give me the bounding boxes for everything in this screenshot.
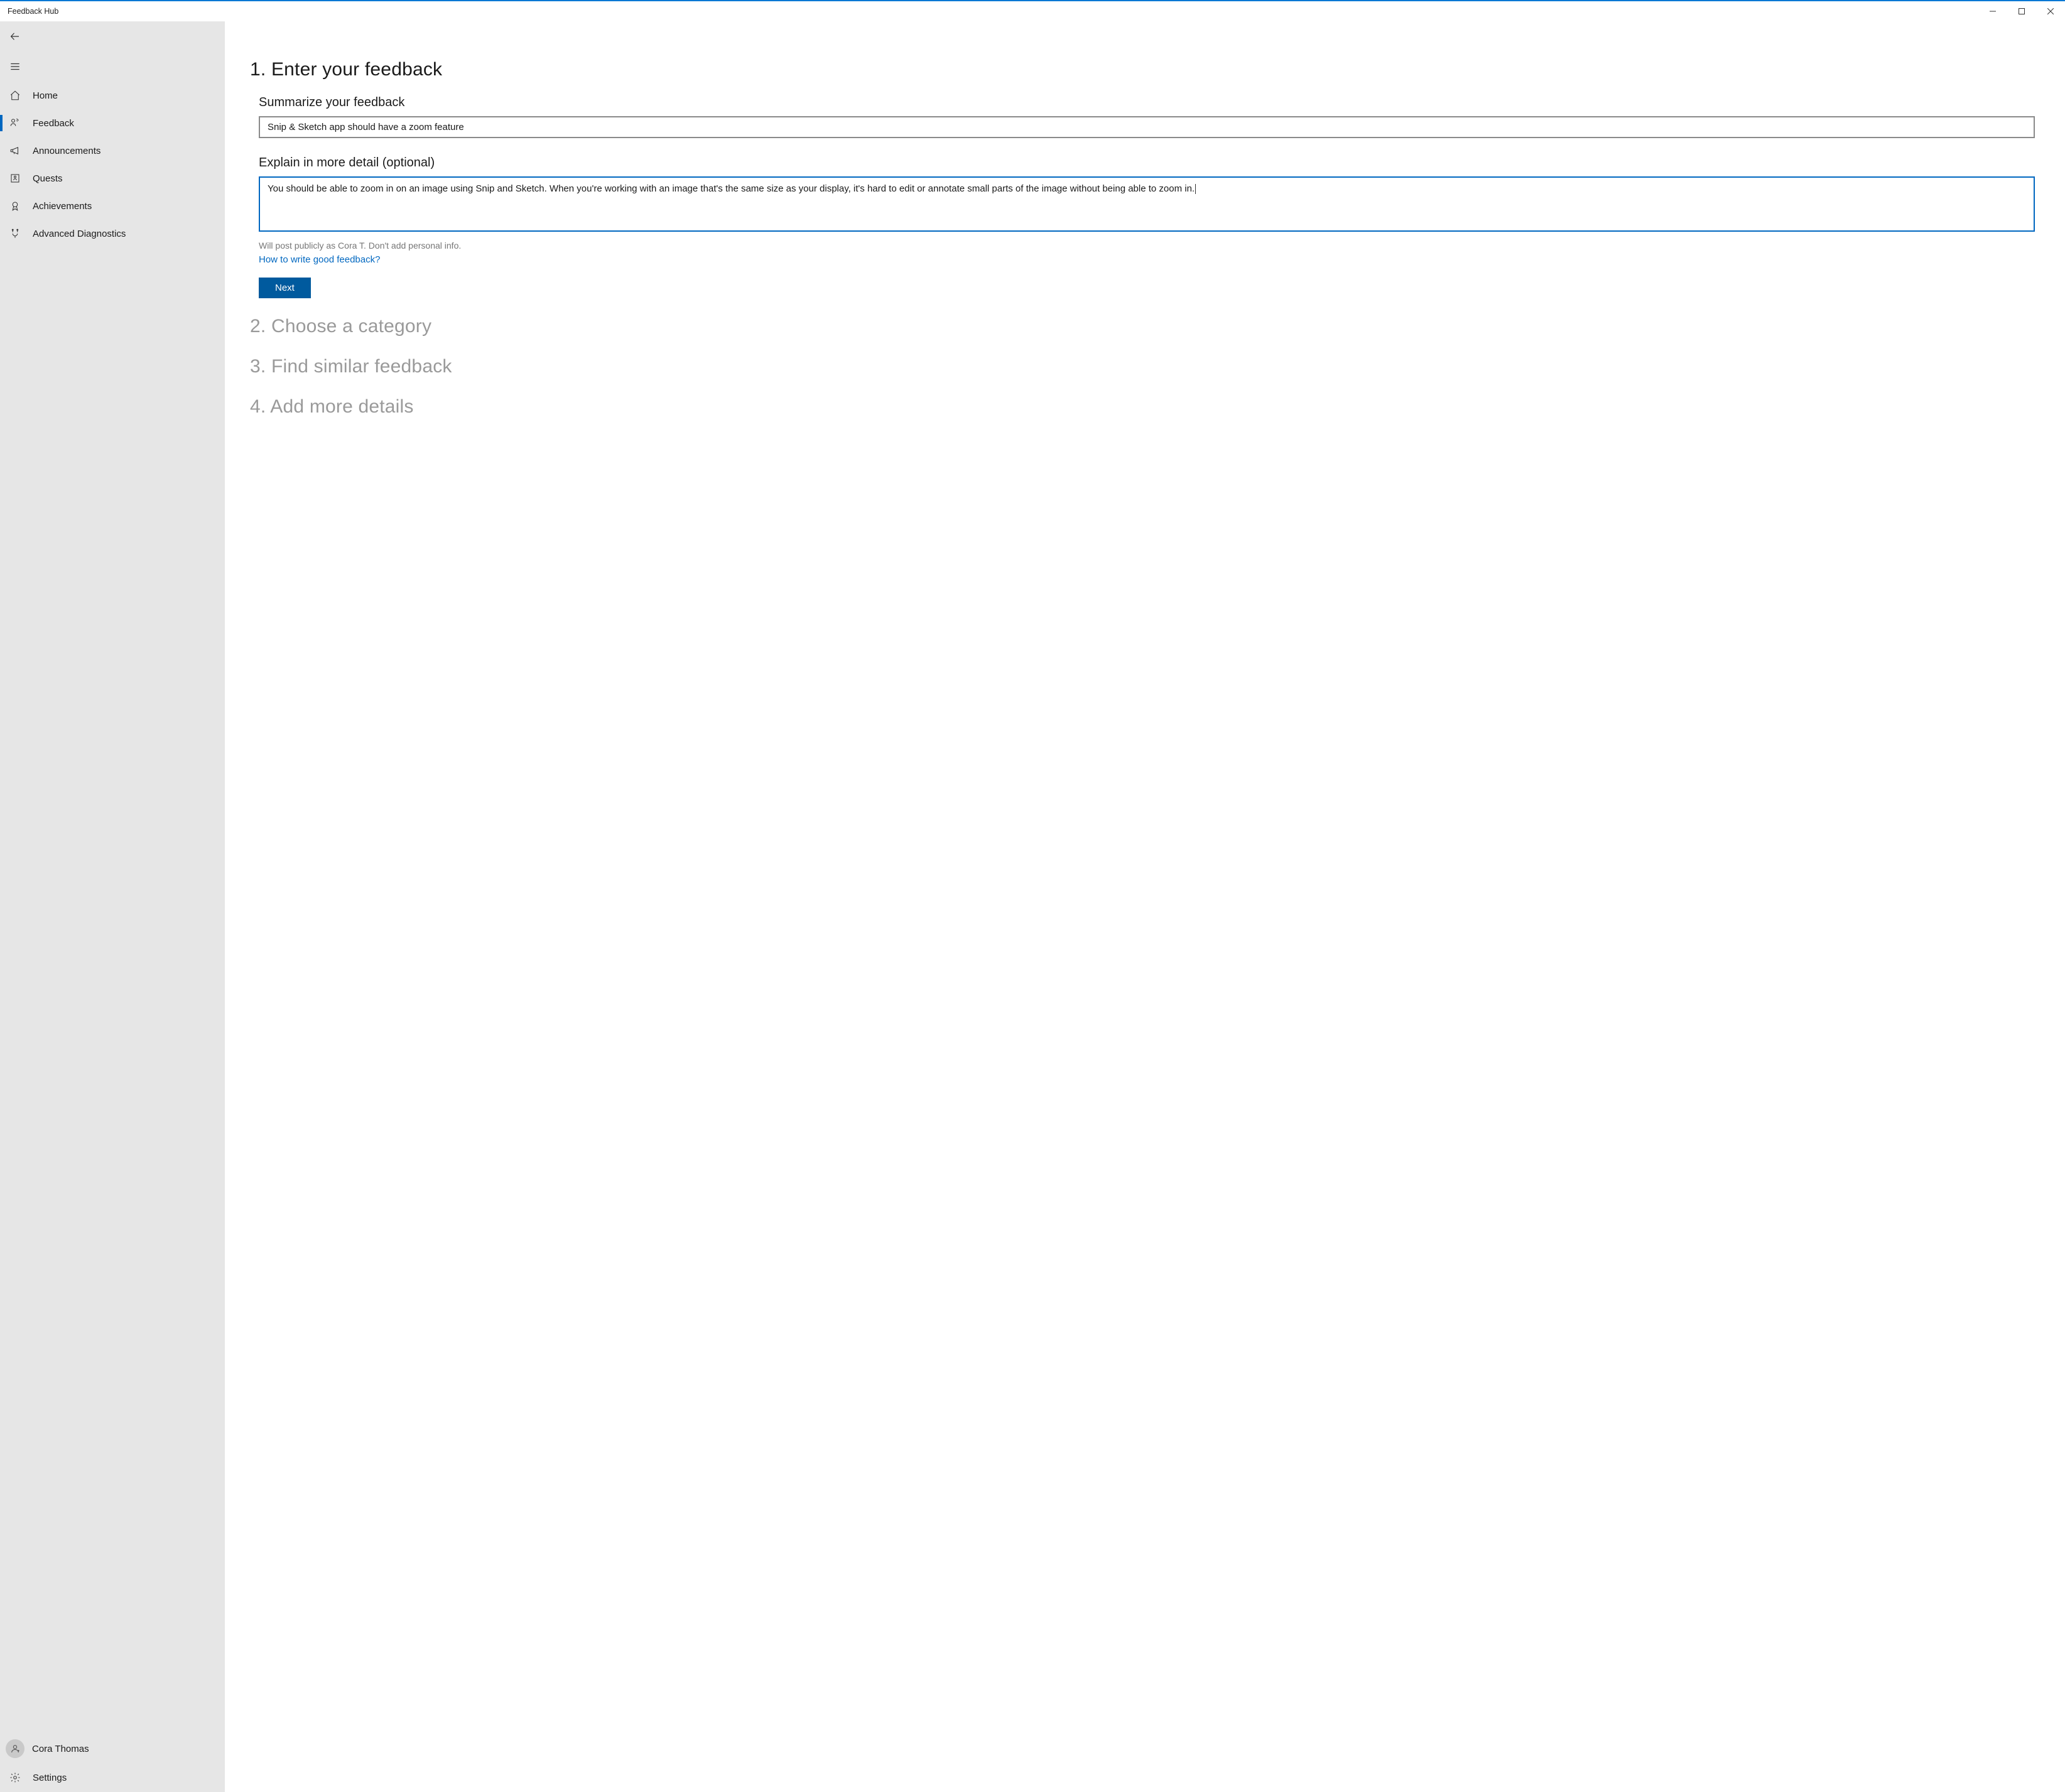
next-button[interactable]: Next — [259, 278, 311, 298]
step-1-heading: 1. Enter your feedback — [250, 59, 2035, 80]
sidebar-item-settings[interactable]: Settings — [0, 1763, 225, 1792]
feedback-icon — [0, 117, 30, 129]
sidebar-item-advanced-diagnostics[interactable]: Advanced Diagnostics — [0, 220, 225, 247]
window-controls — [1978, 1, 2065, 21]
back-button[interactable] — [0, 21, 30, 51]
avatar — [6, 1739, 24, 1758]
titlebar: Feedback Hub — [0, 1, 2065, 21]
sidebar-item-achievements[interactable]: Achievements — [0, 192, 225, 220]
user-icon — [10, 1744, 20, 1754]
home-icon — [0, 90, 30, 101]
sidebar-item-home[interactable]: Home — [0, 82, 225, 109]
maximize-button[interactable] — [2007, 1, 2036, 21]
map-icon — [0, 173, 30, 184]
summary-input[interactable] — [259, 116, 2035, 138]
maximize-icon — [2019, 8, 2025, 14]
gear-icon — [0, 1772, 30, 1783]
sidebar-item-label: Quests — [30, 173, 63, 184]
summary-label: Summarize your feedback — [259, 95, 2035, 110]
diagnostics-icon — [0, 228, 30, 239]
close-button[interactable] — [2036, 1, 2065, 21]
nav-toggle-button[interactable] — [0, 51, 30, 82]
sidebar-item-label: Settings — [30, 1773, 67, 1783]
megaphone-icon — [0, 145, 30, 156]
minimize-button[interactable] — [1978, 1, 2007, 21]
step-2-heading: 2. Choose a category — [250, 316, 2035, 337]
sidebar-item-label: Achievements — [30, 201, 92, 212]
window-title: Feedback Hub — [8, 7, 58, 16]
minimize-icon — [1990, 8, 1996, 14]
step-3-heading: 3. Find similar feedback — [250, 356, 2035, 377]
sidebar-item-label: Home — [30, 90, 58, 101]
close-icon — [2047, 8, 2054, 14]
step-4-heading: 4. Add more details — [250, 396, 2035, 418]
sidebar: Home Feedback Announcements Quests — [0, 21, 225, 1792]
ribbon-icon — [0, 200, 30, 212]
hamburger-icon — [9, 61, 21, 72]
sidebar-item-label: Advanced Diagnostics — [30, 229, 126, 239]
sidebar-item-announcements[interactable]: Announcements — [0, 137, 225, 165]
sidebar-item-quests[interactable]: Quests — [0, 165, 225, 192]
public-post-note: Will post publicly as Cora T. Don't add … — [259, 240, 2035, 251]
sidebar-item-label: Feedback — [30, 118, 74, 129]
detail-textarea[interactable]: You should be able to zoom in on an imag… — [259, 176, 2035, 232]
help-link[interactable]: How to write good feedback? — [259, 254, 380, 265]
sidebar-item-user[interactable]: Cora Thomas — [0, 1734, 225, 1763]
arrow-left-icon — [9, 31, 21, 42]
main-content: 1. Enter your feedback Summarize your fe… — [225, 21, 2065, 1792]
sidebar-item-label: Announcements — [30, 146, 100, 156]
sidebar-item-feedback[interactable]: Feedback — [0, 109, 225, 137]
detail-label: Explain in more detail (optional) — [259, 156, 2035, 170]
user-name: Cora Thomas — [24, 1744, 89, 1754]
